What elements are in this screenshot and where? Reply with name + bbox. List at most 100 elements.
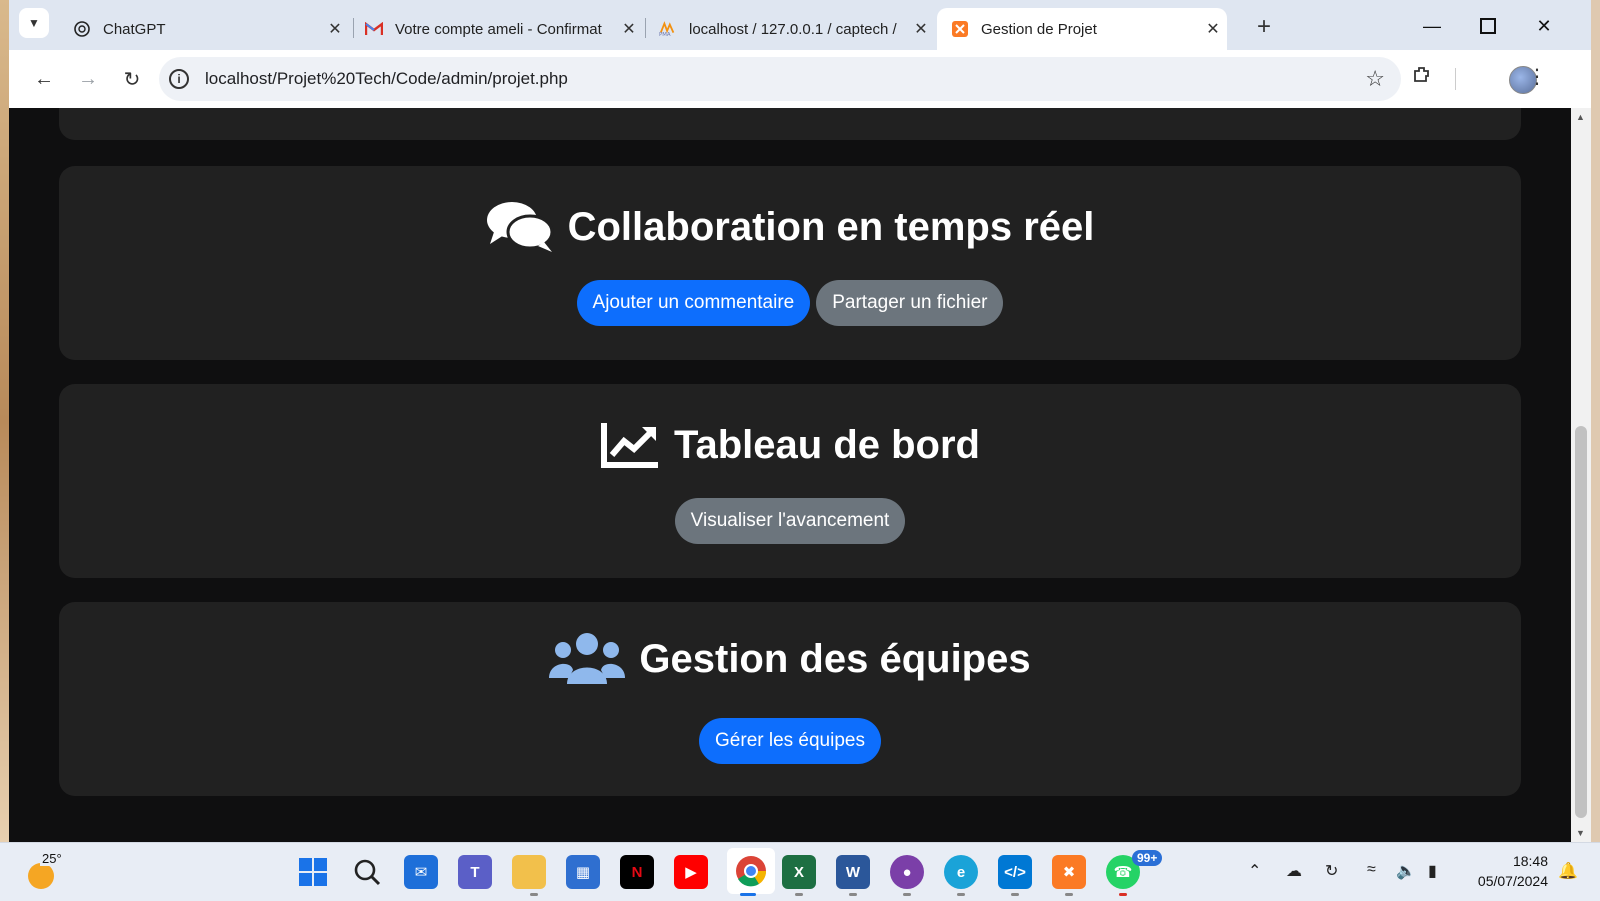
desktop-edge-left — [0, 0, 9, 842]
chrome-icon[interactable] — [727, 848, 775, 894]
whatsapp-badge: 99+ — [1132, 850, 1163, 866]
new-tab-button[interactable]: + — [1257, 13, 1271, 41]
tab-search-button[interactable]: ▼ — [19, 8, 49, 38]
svg-text:PMA: PMA — [659, 32, 671, 37]
toolbar-divider — [1455, 68, 1456, 90]
section-title: Collaboration en temps réel — [567, 204, 1095, 249]
running-indicator — [740, 893, 756, 896]
maximize-icon — [1480, 18, 1496, 34]
youtube-icon[interactable]: ▶ — [674, 855, 708, 889]
running-indicator — [530, 893, 538, 896]
close-icon[interactable]: ✕ — [907, 19, 935, 39]
weather-sun-icon — [28, 863, 54, 889]
browser-window: ▼ ChatGPT ✕ Votre compte ameli - Confirm… — [9, 0, 1591, 842]
notification-icon[interactable]: 🔔 — [1558, 861, 1578, 881]
url-text[interactable]: localhost/Projet%20Tech/Code/admin/proje… — [205, 69, 568, 89]
edge-icon[interactable]: e — [944, 855, 978, 889]
minimize-button[interactable]: — — [1407, 8, 1457, 44]
extensions-icon[interactable] — [1411, 64, 1433, 92]
weather-widget[interactable]: 25° — [24, 851, 64, 891]
section-title: Tableau de bord — [674, 422, 980, 467]
browser-toolbar: ← → ↻ i localhost/Projet%20Tech/Code/adm… — [9, 50, 1591, 109]
arrow-left-icon: ← — [34, 67, 54, 90]
card-collaboration: Collaboration en temps réel Ajouter un c… — [59, 166, 1521, 360]
tab-title: Votre compte ameli - Confirmat — [395, 20, 602, 38]
running-indicator — [1119, 893, 1127, 896]
card-teams: Gestion des équipes Gérer les équipes — [59, 602, 1521, 796]
running-indicator — [849, 893, 857, 896]
close-icon[interactable]: ✕ — [321, 19, 349, 39]
tab-title: ChatGPT — [103, 20, 166, 38]
close-icon[interactable]: ✕ — [615, 19, 643, 39]
chatgpt-icon — [73, 20, 91, 38]
running-indicator — [1065, 893, 1073, 896]
tab-ameli[interactable]: Votre compte ameli - Confirmat ✕ — [351, 8, 643, 50]
github-desktop-icon[interactable]: ● — [890, 855, 924, 889]
xampp-icon — [951, 20, 969, 38]
tab-chatgpt[interactable]: ChatGPT ✕ — [59, 8, 349, 50]
system-clock[interactable]: 18:48 05/07/2024 — [1462, 851, 1548, 891]
vscode-icon[interactable]: </> — [998, 855, 1032, 889]
chart-line-icon — [600, 421, 660, 469]
address-bar[interactable]: i localhost/Projet%20Tech/Code/admin/pro… — [159, 57, 1401, 101]
tab-phpmyadmin[interactable]: PMA localhost / 127.0.0.1 / captech / ✕ — [645, 8, 935, 50]
chevron-down-icon: ▼ — [28, 16, 40, 30]
arrow-right-icon: → — [78, 67, 98, 90]
page-content: Collaboration en temps réel Ajouter un c… — [9, 108, 1571, 842]
page-scrollbar[interactable]: ▲ ▼ — [1571, 108, 1591, 842]
xampp-taskbar-icon[interactable]: ✖ — [1052, 855, 1086, 889]
forward-button[interactable]: → — [71, 62, 105, 96]
clock-time: 18:48 — [1512, 853, 1548, 869]
site-info-icon[interactable]: i — [169, 69, 189, 89]
word-icon[interactable]: W — [836, 855, 870, 889]
add-comment-button[interactable]: Ajouter un commentaire — [576, 280, 811, 326]
tab-title: localhost / 127.0.0.1 / captech / — [689, 20, 897, 38]
chevron-up-icon[interactable]: ⌃ — [1248, 861, 1261, 881]
view-progress-button[interactable]: Visualiser l'avancement — [674, 498, 906, 544]
scrollbar-thumb[interactable] — [1575, 426, 1587, 818]
users-icon — [549, 632, 626, 686]
comments-icon — [486, 200, 554, 254]
close-window-button[interactable]: ✕ — [1519, 8, 1569, 44]
card-dashboard: Tableau de bord Visualiser l'avancement — [59, 384, 1521, 578]
back-button[interactable]: ← — [27, 62, 61, 96]
onedrive-icon[interactable]: ☁ — [1286, 861, 1302, 881]
scroll-down-icon[interactable]: ▼ — [1576, 828, 1585, 838]
reload-button[interactable]: ↻ — [115, 62, 149, 96]
card-previous — [59, 108, 1521, 140]
running-indicator — [795, 893, 803, 896]
phpmyadmin-icon: PMA — [659, 20, 677, 38]
running-indicator — [1011, 893, 1019, 896]
clock-date: 05/07/2024 — [1477, 873, 1548, 889]
battery-icon[interactable]: ▮ — [1428, 861, 1437, 881]
gmail-icon — [365, 20, 383, 38]
desktop-edge-right — [1591, 0, 1600, 842]
netflix-icon[interactable]: N — [620, 855, 654, 889]
share-file-button[interactable]: Partager un fichier — [816, 280, 1004, 326]
tab-title: Gestion de Projet — [981, 20, 1097, 38]
weather-temp: 25° — [40, 851, 64, 866]
bookmark-star-icon[interactable]: ☆ — [1365, 66, 1385, 92]
excel-icon[interactable]: X — [782, 855, 816, 889]
running-indicator — [957, 893, 965, 896]
manage-teams-button[interactable]: Gérer les équipes — [699, 718, 881, 764]
tab-gestion-de-projet[interactable]: Gestion de Projet ✕ — [937, 8, 1227, 50]
taskbar: 25° ✉ T ▦ N ▶ X W ● e </> ✖ ☎ ⌃ ☁ ↻ ≈ 🔈 … — [0, 842, 1600, 901]
running-indicator — [903, 893, 911, 896]
volume-icon[interactable]: 🔈 — [1396, 861, 1416, 881]
teams-icon[interactable]: T — [458, 855, 492, 889]
store-icon[interactable]: ▦ — [566, 855, 600, 889]
wifi-icon[interactable]: ≈ — [1367, 861, 1376, 879]
file-explorer-icon[interactable] — [512, 855, 546, 889]
reload-icon: ↻ — [123, 68, 141, 91]
start-button[interactable] — [296, 855, 330, 889]
close-icon[interactable]: ✕ — [1199, 19, 1227, 39]
mail-icon[interactable]: ✉ — [404, 855, 438, 889]
tab-strip: ▼ ChatGPT ✕ Votre compte ameli - Confirm… — [9, 0, 1591, 50]
scroll-up-icon[interactable]: ▲ — [1576, 112, 1585, 122]
sync-icon[interactable]: ↻ — [1325, 861, 1338, 881]
search-icon[interactable] — [350, 855, 384, 889]
maximize-button[interactable] — [1463, 8, 1513, 44]
section-title: Gestion des équipes — [639, 636, 1031, 681]
menu-dots-icon[interactable]: ⋮ — [1527, 64, 1547, 89]
